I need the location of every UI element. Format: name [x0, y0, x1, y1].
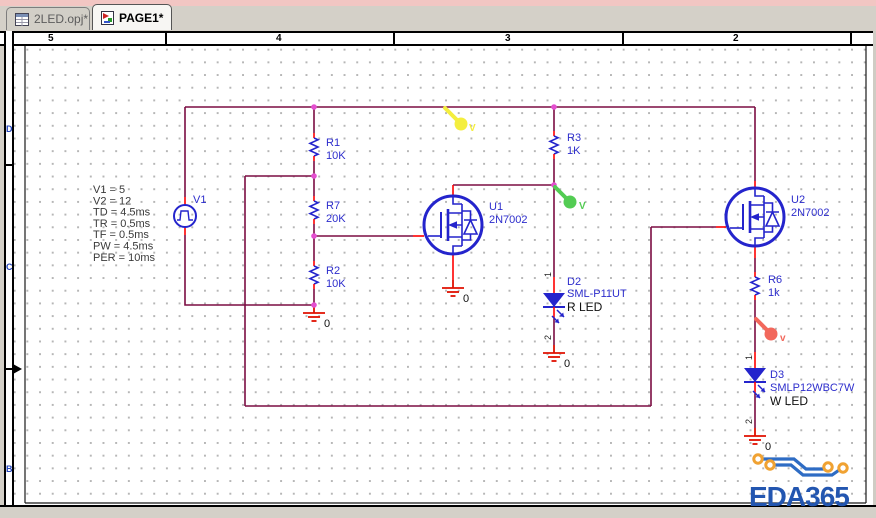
- svg-text:1K: 1K: [567, 145, 581, 157]
- led-note: W LED: [770, 394, 808, 408]
- svg-text:SMLP12WBC7W: SMLP12WBC7W: [770, 382, 855, 394]
- voltage-marker-yellow[interactable]: V: [443, 106, 476, 134]
- wire[interactable]: [184, 235, 314, 306]
- voltage-marker-red[interactable]: v: [754, 317, 786, 344]
- wires[interactable]: [184, 106, 756, 428]
- svg-text:V: V: [579, 201, 586, 212]
- eda365-logo-text: EDA365: [749, 481, 849, 512]
- junction-dot: [311, 173, 317, 179]
- junction-dot: [311, 233, 317, 239]
- led-D2[interactable]: 1 2 D2 SML-P11UT R LED: [542, 272, 627, 340]
- svg-text:SML-P11UT: SML-P11UT: [567, 288, 627, 300]
- svg-text:V: V: [469, 123, 476, 134]
- pin-number: 1: [744, 355, 754, 360]
- svg-text:V1 = 5: V1 = 5: [93, 184, 125, 196]
- svg-text:TR = 0.5ms: TR = 0.5ms: [93, 218, 151, 230]
- schematic-editor-window: 2LED.opj* PAGE1* 5 4 3 2 D C B V1 V1 = 5…: [0, 0, 876, 518]
- vsource-ref: V1: [193, 194, 206, 206]
- svg-text:v: v: [780, 333, 786, 344]
- junction-dot: [551, 104, 557, 110]
- svg-text:10K: 10K: [326, 278, 346, 290]
- ruler-position-arrow: [5, 364, 22, 374]
- led-D3[interactable]: 1 2 D3 SMLP12WBC7W W LED: [743, 351, 855, 424]
- pulse-waveform-icon: [177, 210, 193, 221]
- svg-text:V2 = 12: V2 = 12: [93, 195, 131, 207]
- svg-text:R1: R1: [326, 137, 340, 149]
- svg-text:1k: 1k: [768, 287, 780, 299]
- svg-text:PW = 4.5ms: PW = 4.5ms: [93, 241, 154, 253]
- svg-text:0: 0: [463, 293, 469, 305]
- resistor-R3[interactable]: R3 1K: [549, 130, 581, 160]
- svg-text:20K: 20K: [326, 213, 346, 225]
- voltage-marker-green[interactable]: V: [553, 185, 586, 212]
- svg-text:2N7002: 2N7002: [489, 214, 528, 226]
- junction-dot: [311, 104, 317, 110]
- pin-number: 2: [744, 419, 754, 424]
- svg-text:R2: R2: [326, 265, 340, 277]
- svg-text:0: 0: [564, 358, 570, 370]
- ground-symbol[interactable]: 0: [743, 427, 771, 453]
- svg-text:R6: R6: [768, 274, 782, 286]
- svg-text:TF = 0.5ms: TF = 0.5ms: [93, 229, 149, 241]
- ground-symbol[interactable]: 0: [542, 344, 570, 370]
- pin-number: 2: [543, 335, 553, 340]
- mosfet-U2[interactable]: U2 2N7002: [716, 181, 830, 258]
- svg-text:D3: D3: [770, 369, 784, 381]
- svg-text:U2: U2: [791, 194, 805, 206]
- svg-text:PER = 10ms: PER = 10ms: [93, 252, 156, 264]
- pcb-pad-icon: [822, 461, 834, 473]
- ground-symbol[interactable]: 0: [441, 279, 469, 305]
- vsource-params[interactable]: V1 = 5 V2 = 12 TD = 4.5ms TR = 0.5ms TF …: [93, 184, 156, 264]
- mosfet-U1[interactable]: U1 2N7002: [413, 185, 528, 280]
- pcb-pad-icon: [837, 462, 849, 474]
- resistor-R6[interactable]: R6 1k: [750, 271, 782, 301]
- svg-text:D2: D2: [567, 276, 581, 288]
- svg-text:10K: 10K: [326, 150, 346, 162]
- vsource-V1[interactable]: V1: [173, 194, 206, 235]
- resistor-R7[interactable]: R7 20K: [309, 195, 346, 225]
- resistor-R1[interactable]: R1 10K: [309, 132, 346, 162]
- svg-text:0: 0: [324, 318, 330, 330]
- svg-text:R7: R7: [326, 200, 340, 212]
- led-note: R LED: [567, 300, 603, 314]
- pin-number: 1: [543, 272, 553, 277]
- resistor-R2[interactable]: R2 10K: [309, 260, 346, 290]
- svg-text:U1: U1: [489, 201, 503, 213]
- svg-text:TD = 4.5ms: TD = 4.5ms: [93, 207, 151, 219]
- schematic-drawing: V1 V1 = 5 V2 = 12 TD = 4.5ms TR = 0.5ms …: [5, 46, 867, 512]
- ground-symbol[interactable]: 0: [302, 304, 330, 330]
- page-border: [24, 46, 867, 504]
- pcb-pad-icon: [752, 453, 764, 465]
- svg-text:2N7002: 2N7002: [791, 207, 830, 219]
- junction-dots: [311, 104, 557, 308]
- svg-text:R3: R3: [567, 132, 581, 144]
- eda365-logo: EDA365: [749, 453, 850, 512]
- pcb-pad-icon: [764, 459, 776, 471]
- junction-dot: [311, 302, 317, 308]
- svg-text:0: 0: [765, 441, 771, 453]
